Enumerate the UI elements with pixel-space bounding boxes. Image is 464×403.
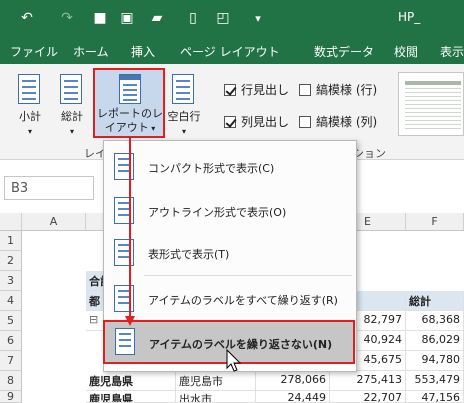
- cell-f5[interactable]: 68,368: [406, 311, 464, 331]
- cell-b8[interactable]: 鹿児島県: [86, 371, 176, 391]
- menu-item-outline-form-label: アウトライン形式で表示(O): [148, 206, 287, 219]
- checkbox-checked-icon: [224, 115, 236, 128]
- cell-b9[interactable]: 鹿児島県: [86, 391, 176, 403]
- cell-e9[interactable]: 22,707: [330, 391, 406, 403]
- save-icon[interactable]: ■: [90, 8, 110, 28]
- grand-total-button[interactable]: 総計 ▾: [52, 110, 92, 139]
- tab-formulas[interactable]: 数式: [314, 43, 338, 60]
- pivot-grand-total-header: 総計: [406, 291, 464, 311]
- menu-separator: [144, 275, 352, 276]
- pivot-style-gallery[interactable]: [398, 72, 464, 136]
- row-headers-checkbox[interactable]: 行見出し: [224, 81, 289, 98]
- tabular-form-icon: [114, 239, 134, 266]
- menu-item-compact-form[interactable]: コンパクト形式で表示(C): [104, 147, 356, 187]
- tab-page-layout[interactable]: ページ レイアウト: [180, 43, 280, 60]
- outline-form-icon: [114, 197, 134, 224]
- tab-file[interactable]: ファイル: [10, 43, 58, 60]
- cell-f6[interactable]: 86,029: [406, 331, 464, 351]
- window-title: HP_: [398, 10, 421, 24]
- report-layout-label: レポートのレ イアウト ▾: [97, 107, 163, 134]
- tab-review[interactable]: 校閲: [394, 43, 418, 60]
- menu-item-tabular-form[interactable]: 表形式で表示(T): [104, 233, 356, 273]
- blank-rows-icon: [172, 74, 194, 104]
- menu-item-repeat-all-labels-label: アイテムのラベルをすべて繰り返す(R): [148, 294, 338, 307]
- row-headers-label: 行見出し: [241, 83, 290, 97]
- cell-d9[interactable]: 24,449: [256, 391, 330, 403]
- compact-form-icon: [114, 153, 134, 180]
- report-layout-icon: [119, 74, 141, 104]
- menu-item-tabular-form-label: 表形式で表示(T): [148, 248, 230, 261]
- report-layout-label-line1: レポートのレ: [97, 107, 163, 120]
- menu-item-do-not-repeat-labels[interactable]: アイテムのラベルを繰り返さない(N): [103, 320, 355, 364]
- row-header-5[interactable]: 5: [0, 311, 22, 331]
- tab-home[interactable]: ホーム: [73, 43, 109, 60]
- print-preview-icon[interactable]: ◰: [213, 8, 233, 28]
- pivot-style-preview: [405, 81, 461, 129]
- open-folder-icon[interactable]: ▰: [146, 8, 168, 28]
- banded-rows-label: 縞模様 (行): [316, 83, 378, 97]
- banded-rows-checkbox[interactable]: 縞模様 (行): [299, 81, 377, 98]
- ribbon-tabs: ファイル ホーム 挿入 ページ レイアウト 数式 データ 校閲 表示: [0, 36, 464, 64]
- blank-rows-button[interactable]: 空白行 ▾: [164, 110, 204, 139]
- menu-item-repeat-all-labels[interactable]: アイテムのラベルをすべて繰り返す(R): [104, 279, 356, 319]
- row-header-6[interactable]: 6: [0, 331, 22, 351]
- menu-item-compact-form-label: コンパクト形式で表示(C): [148, 162, 275, 175]
- tab-insert[interactable]: 挿入: [131, 43, 155, 60]
- touch-mode-icon[interactable]: ▣: [117, 8, 137, 28]
- checkbox-checked-icon: [224, 83, 236, 96]
- select-all-corner[interactable]: [0, 213, 22, 231]
- row-header-4[interactable]: 4: [0, 291, 22, 311]
- row-header-7[interactable]: 7: [0, 351, 22, 371]
- row-header-3[interactable]: 3: [0, 271, 22, 291]
- name-box[interactable]: B3: [4, 176, 94, 200]
- checkbox-unchecked-icon: [299, 115, 311, 128]
- repeat-labels-icon: [114, 285, 134, 312]
- row-header-8[interactable]: 8: [0, 371, 22, 391]
- cell-c9[interactable]: 出水市: [176, 391, 256, 403]
- checkbox-unchecked-icon: [299, 83, 311, 96]
- report-layout-label-line2: イアウト: [104, 121, 149, 134]
- subtotal-label: 小計: [19, 110, 41, 123]
- grand-total-label: 総計: [61, 110, 83, 123]
- column-header-b[interactable]: [86, 213, 104, 231]
- customize-qat-icon[interactable]: ▾: [250, 8, 266, 28]
- do-not-repeat-labels-icon: [115, 328, 135, 355]
- banded-columns-label: 縞模様 (列): [316, 115, 378, 129]
- subtotal-icon: [18, 74, 40, 104]
- row-header-9[interactable]: 9: [0, 391, 22, 403]
- column-header-a[interactable]: A: [22, 213, 86, 231]
- cell-e8[interactable]: 275,413: [330, 371, 406, 391]
- cell-f8[interactable]: 553,479: [406, 371, 464, 391]
- cell-c8[interactable]: 鹿児島市: [176, 371, 256, 391]
- undo-icon[interactable]: ↶: [16, 8, 38, 28]
- pivot-prefecture-header: 都: [86, 291, 104, 311]
- row-header-2[interactable]: 2: [0, 251, 22, 271]
- menu-item-outline-form[interactable]: アウトライン形式で表示(O): [104, 191, 356, 231]
- redo-icon[interactable]: ↷: [56, 8, 78, 28]
- cell-f7[interactable]: 94,780: [406, 351, 464, 371]
- collapse-button-icon[interactable]: ⊟: [86, 311, 104, 331]
- new-document-icon[interactable]: ▯: [184, 8, 202, 28]
- column-headers-label: 列見出し: [241, 115, 290, 129]
- subtotal-button[interactable]: 小計 ▾: [10, 110, 50, 139]
- column-header-f[interactable]: F: [406, 213, 464, 231]
- column-headers-checkbox[interactable]: 列見出し: [224, 113, 289, 130]
- title-bar: ↶ ↷ ■ ▣ ▰ ▯ ◰ ▾ HP_: [0, 0, 464, 36]
- blank-rows-label: 空白行: [167, 110, 201, 123]
- tab-data[interactable]: データ: [338, 43, 374, 60]
- row-header-1[interactable]: 1: [0, 231, 22, 251]
- banded-columns-checkbox[interactable]: 縞模様 (列): [299, 113, 377, 130]
- cell-f9[interactable]: 47,156: [406, 391, 464, 403]
- cell-d8[interactable]: 278,066: [256, 371, 330, 391]
- tab-view[interactable]: 表示: [440, 43, 464, 60]
- pivot-total-label: 合計: [86, 271, 104, 291]
- menu-item-do-not-repeat-labels-label: アイテムのラベルを繰り返さない(N): [149, 338, 333, 351]
- options-group-label: ション: [353, 147, 386, 160]
- grand-total-icon: [60, 74, 82, 104]
